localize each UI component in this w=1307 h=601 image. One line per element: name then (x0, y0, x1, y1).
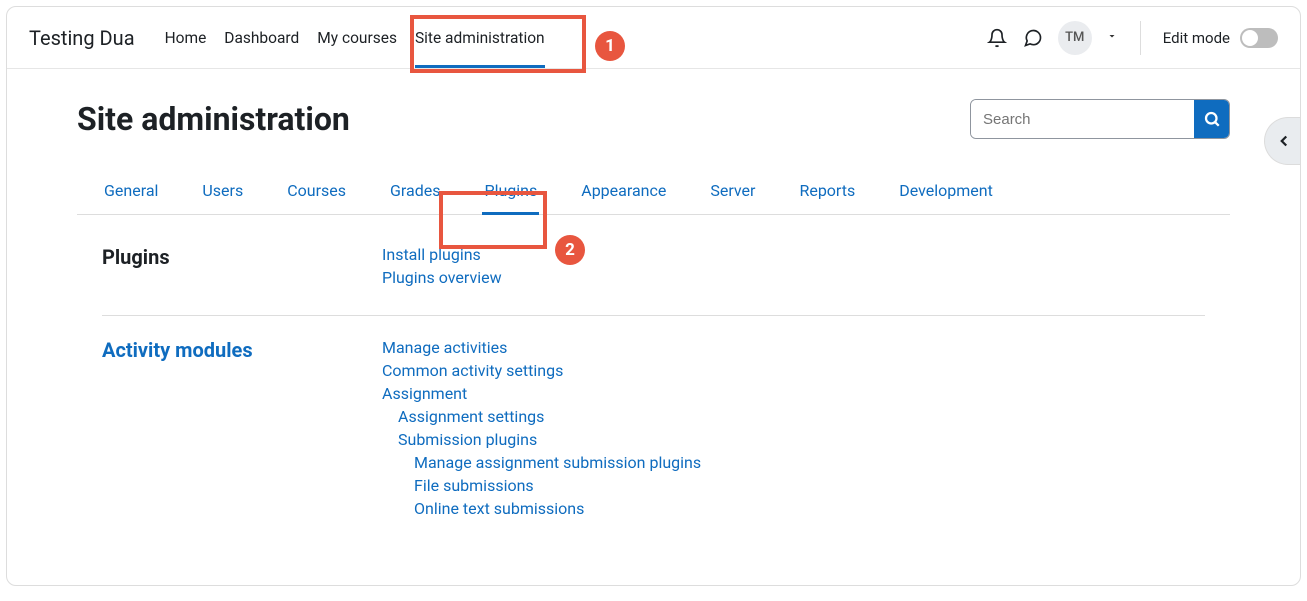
top-bar: Testing Dua Home Dashboard My courses Si… (7, 7, 1300, 69)
site-brand[interactable]: Testing Dua (29, 26, 135, 50)
tab-grades[interactable]: Grades (388, 169, 442, 214)
link-assignment[interactable]: Assignment (382, 384, 701, 403)
tab-development[interactable]: Development (897, 169, 995, 214)
edit-mode-label: Edit mode (1163, 29, 1230, 47)
user-avatar[interactable]: TM (1058, 21, 1092, 55)
section-activity-modules: Activity modules Manage activities Commo… (102, 338, 1205, 546)
tab-appearance[interactable]: Appearance (579, 169, 668, 214)
tab-general[interactable]: General (102, 169, 160, 214)
link-common-activity-settings[interactable]: Common activity settings (382, 361, 701, 380)
edit-mode-toggle[interactable] (1240, 28, 1278, 48)
link-install-plugins[interactable]: Install plugins (382, 245, 502, 264)
tab-server[interactable]: Server (708, 169, 757, 214)
admin-subtabs: General Users Courses Grades Plugins App… (77, 169, 1230, 215)
notifications-icon[interactable] (986, 27, 1008, 49)
link-online-text-submissions[interactable]: Online text submissions (382, 499, 701, 518)
admin-search (970, 99, 1230, 139)
divider (1140, 21, 1141, 55)
top-right-controls: TM Edit mode (986, 21, 1278, 55)
page-title: Site administration (77, 100, 350, 138)
search-button[interactable] (1194, 100, 1229, 138)
tab-courses[interactable]: Courses (285, 169, 348, 214)
nav-home[interactable]: Home (165, 7, 207, 68)
tab-users[interactable]: Users (200, 169, 245, 214)
link-plugins-overview[interactable]: Plugins overview (382, 268, 502, 287)
link-file-submissions[interactable]: File submissions (382, 476, 701, 495)
nav-dashboard[interactable]: Dashboard (224, 7, 299, 68)
search-input[interactable] (971, 100, 1194, 138)
link-manage-activities[interactable]: Manage activities (382, 338, 701, 357)
link-manage-assignment-submission-plugins[interactable]: Manage assignment submission plugins (382, 453, 701, 472)
user-menu-toggle[interactable] (1106, 30, 1118, 45)
tab-reports[interactable]: Reports (797, 169, 857, 214)
tab-plugins[interactable]: Plugins (482, 169, 539, 214)
edit-mode-control: Edit mode (1163, 28, 1278, 48)
messages-icon[interactable] (1022, 27, 1044, 49)
section-title-activity-modules[interactable]: Activity modules (102, 338, 382, 518)
section-title-plugins: Plugins (102, 245, 382, 287)
nav-my-courses[interactable]: My courses (317, 7, 397, 68)
section-plugins: Plugins Install plugins Plugins overview (102, 245, 1205, 316)
link-assignment-settings[interactable]: Assignment settings (382, 407, 701, 426)
primary-nav: Home Dashboard My courses Site administr… (165, 7, 545, 68)
link-submission-plugins[interactable]: Submission plugins (382, 430, 701, 449)
nav-site-administration[interactable]: Site administration (415, 7, 545, 68)
